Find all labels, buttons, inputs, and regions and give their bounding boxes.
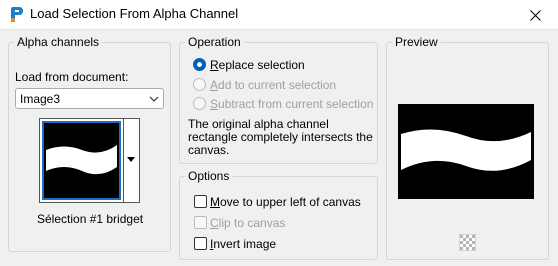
clip-to-canvas-label[interactable]: Clip to canvas [210, 216, 285, 230]
clip-to-canvas-checkbox[interactable] [194, 216, 207, 229]
operation-label: Operation [185, 35, 244, 49]
chevron-down-icon [149, 96, 159, 102]
load-from-document-label: Load from document: [15, 70, 129, 84]
checkerboard-icon [458, 233, 477, 252]
invert-image-label[interactable]: Invert image [210, 237, 276, 251]
operation-message-line: canvas. [188, 143, 230, 157]
channel-name: Sélection #1 bridget [37, 212, 144, 226]
channel-thumbnail-image [42, 121, 121, 200]
replace-selection-label[interactable]: Replace selection [210, 58, 305, 72]
preview-label: Preview [392, 35, 441, 49]
channel-dropdown-button[interactable] [124, 118, 140, 203]
channel-wave-shape [46, 145, 117, 175]
invert-image-checkbox[interactable] [194, 237, 207, 250]
subtract-selection-radio[interactable] [193, 97, 206, 110]
add-selection-label[interactable]: Add to current selection [210, 78, 336, 92]
document-select[interactable]: Image3 [15, 88, 164, 109]
replace-selection-radio[interactable] [193, 58, 206, 71]
paintshop-icon [11, 7, 23, 22]
close-button[interactable] [512, 0, 558, 30]
alpha-channels-label: Alpha channels [14, 35, 103, 49]
close-icon [529, 9, 541, 21]
document-select-value: Image3 [20, 92, 61, 106]
dropdown-arrow-icon [127, 157, 135, 162]
preview-background-button[interactable] [458, 233, 477, 252]
options-label: Options [185, 169, 233, 183]
move-upper-left-checkbox[interactable] [194, 195, 207, 208]
preview-image [398, 104, 534, 199]
preview-wave-shape [401, 129, 531, 171]
channel-thumbnail[interactable] [39, 118, 124, 203]
window-title: Load Selection From Alpha Channel [30, 6, 239, 21]
operation-message: The original alpha channel rectangle com… [188, 118, 373, 157]
add-selection-radio[interactable] [193, 78, 206, 91]
subtract-selection-label[interactable]: Subtract from current selection [210, 97, 373, 111]
title-bar: Load Selection From Alpha Channel [0, 0, 558, 30]
move-upper-left-label[interactable]: Move to upper left of canvas [210, 195, 361, 209]
